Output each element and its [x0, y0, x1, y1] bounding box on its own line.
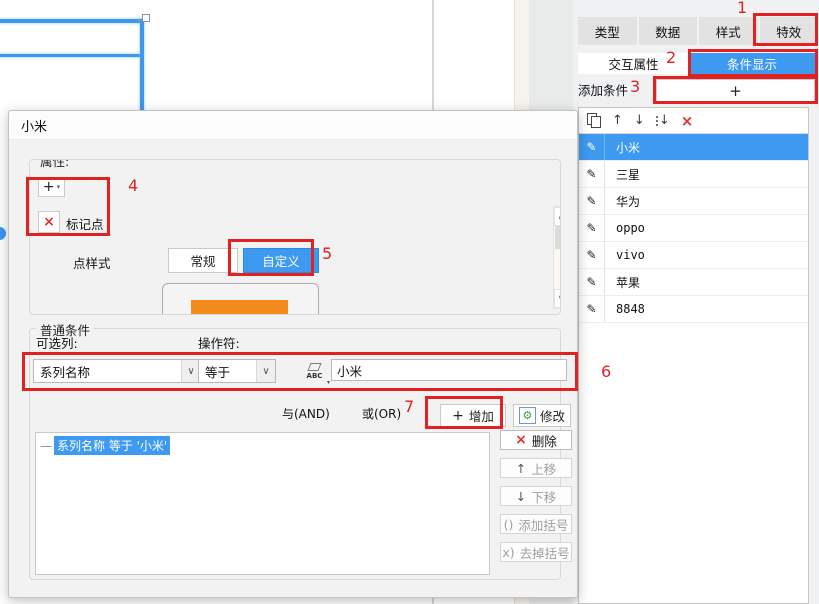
- sort-icon[interactable]: ↓: [655, 113, 670, 128]
- move-condition-up-button[interactable]: ↑ 上移: [500, 458, 572, 478]
- edit-pencil-icon[interactable]: ✎: [579, 134, 605, 160]
- condition-item-text: 系列名称 等于 '小米': [54, 436, 171, 455]
- effects-subtab-bar: 交互属性 条件显示: [578, 53, 815, 74]
- move-down-icon[interactable]: ↓: [634, 113, 645, 128]
- series-list-toolbar: ↑ ↓ ↓ ×: [579, 108, 808, 134]
- format-tab-bar: 类型 数据 样式 特效: [578, 17, 818, 45]
- or-radio-label: 或(OR): [362, 407, 402, 421]
- add-brackets-button[interactable]: () 添加括号: [500, 514, 572, 534]
- list-item-xiaomi[interactable]: ✎ 小米: [579, 134, 808, 161]
- list-item-vivo[interactable]: ✎ vivo: [579, 242, 808, 269]
- add-condition-button[interactable]: +: [656, 79, 815, 103]
- point-style-preview: [162, 283, 319, 314]
- move-up-icon[interactable]: ↑: [612, 113, 623, 128]
- condition-tree-item[interactable]: — 系列名称 等于 '小米': [36, 433, 489, 455]
- selection-resize-handle[interactable]: [142, 14, 150, 22]
- mark-point-label: 标记点: [66, 217, 104, 232]
- move-condition-down-button[interactable]: ↓ 下移: [500, 486, 572, 506]
- up-arrow-icon: ↑: [515, 460, 527, 476]
- dialog-title: 小米: [21, 119, 48, 135]
- condition-value-input[interactable]: [331, 359, 567, 381]
- plus-icon: +: [452, 407, 464, 424]
- and-radio-label: 与(AND): [282, 407, 330, 421]
- chevron-down-icon: ▾: [56, 183, 61, 191]
- chart-selection-line-middle: [0, 54, 141, 57]
- plus-icon: +: [42, 179, 55, 195]
- chart-selection-line-right: [140, 19, 144, 110]
- condition-series-list: ↑ ↓ ↓ × ✎ 小米 ✎ 三星 ✎ 华为 ✎ oppo ✎ vivo ✎ 苹…: [578, 107, 809, 604]
- tab-type[interactable]: 类型: [578, 17, 637, 45]
- attributes-scrollbar[interactable]: ∧ ∨: [553, 206, 560, 309]
- scroll-down-button[interactable]: ∨: [554, 289, 560, 308]
- column-selected-value: 系列名称: [40, 364, 91, 380]
- subtab-condition-display[interactable]: 条件显示: [689, 53, 815, 74]
- down-arrow-icon: ↓: [515, 488, 527, 504]
- column-label: 可选列:: [36, 336, 78, 351]
- scrollbar-thumb[interactable]: [555, 225, 560, 249]
- tab-style[interactable]: 样式: [699, 17, 758, 45]
- edit-pencil-icon[interactable]: ✎: [579, 296, 605, 322]
- tab-effects[interactable]: 特效: [759, 17, 818, 45]
- modify-condition-button[interactable]: ⚙ 修改: [513, 404, 571, 427]
- tab-data[interactable]: 数据: [638, 17, 697, 45]
- remove-mark-point-button[interactable]: ×: [38, 211, 60, 233]
- edit-pencil-icon[interactable]: ✎: [579, 161, 605, 187]
- edit-pencil-icon[interactable]: ✎: [579, 215, 605, 241]
- gear-icon: ⚙: [518, 407, 536, 424]
- list-item-huawei[interactable]: ✎ 华为: [579, 188, 808, 215]
- operator-selected-value: 等于: [205, 364, 231, 380]
- condition-dialog: 小米 属性: + ▾ × 标记点 点样式 常规 自定义 ∧ ∨ 普通条件 可选列…: [8, 110, 578, 598]
- dialog-title-bar[interactable]: 小米: [9, 111, 577, 140]
- list-item-samsung[interactable]: ✎ 三星: [579, 161, 808, 188]
- delete-condition-icon[interactable]: ×: [681, 112, 694, 130]
- selection-edge-handle[interactable]: [0, 227, 6, 240]
- string-type-icon: [307, 362, 322, 371]
- brackets-icon: (): [503, 516, 514, 532]
- common-conditions-section: 普通条件 可选列: 操作符: 系列名称 ∨ 等于 ∨ ABC ▾ 与(AND) …: [29, 320, 572, 580]
- copy-icon[interactable]: [587, 113, 601, 128]
- chart-selection-line-top: [0, 19, 143, 23]
- abc-icon: ABC: [306, 371, 323, 380]
- chevron-down-icon: ▾: [326, 379, 330, 386]
- add-condition-label: 添加条件: [578, 83, 629, 98]
- point-style-custom-button[interactable]: 自定义: [243, 248, 319, 273]
- scroll-up-button[interactable]: ∧: [554, 207, 560, 226]
- tree-branch-icon: —: [40, 438, 52, 453]
- remove-brackets-button[interactable]: x) 去掉括号: [500, 542, 572, 562]
- delete-condition-button[interactable]: × 删除: [500, 430, 572, 450]
- operator-label: 操作符:: [198, 336, 240, 351]
- point-style-normal-button[interactable]: 常规: [168, 248, 238, 273]
- attributes-section: 属性: + ▾ × 标记点 点样式 常规 自定义 ∧ ∨: [29, 159, 561, 315]
- condition-tree-list[interactable]: — 系列名称 等于 '小米': [35, 432, 490, 575]
- preview-orange-bar: [191, 300, 288, 314]
- add-condition-row-button[interactable]: + 增加: [440, 404, 506, 427]
- value-type-abc-button[interactable]: ABC ▾: [301, 357, 330, 386]
- column-select[interactable]: 系列名称 ∨: [33, 359, 201, 383]
- edit-pencil-icon[interactable]: ✎: [579, 188, 605, 214]
- edit-pencil-icon[interactable]: ✎: [579, 269, 605, 295]
- list-item-apple[interactable]: ✎ 苹果: [579, 269, 808, 296]
- attributes-legend: 属性:: [36, 160, 74, 170]
- list-item-8848[interactable]: ✎ 8848: [579, 296, 808, 323]
- chevron-down-icon: ∨: [256, 360, 275, 382]
- edit-pencil-icon[interactable]: ✎: [579, 242, 605, 268]
- add-attribute-button[interactable]: + ▾: [38, 177, 65, 197]
- remove-brackets-icon: x): [502, 544, 515, 560]
- subtab-interaction-props[interactable]: 交互属性: [578, 53, 689, 74]
- point-style-label: 点样式: [73, 256, 111, 271]
- delete-x-icon: ×: [515, 432, 527, 448]
- remove-x-icon: ×: [43, 214, 55, 230]
- list-item-oppo[interactable]: ✎ oppo: [579, 215, 808, 242]
- operator-select[interactable]: 等于 ∨: [198, 359, 276, 383]
